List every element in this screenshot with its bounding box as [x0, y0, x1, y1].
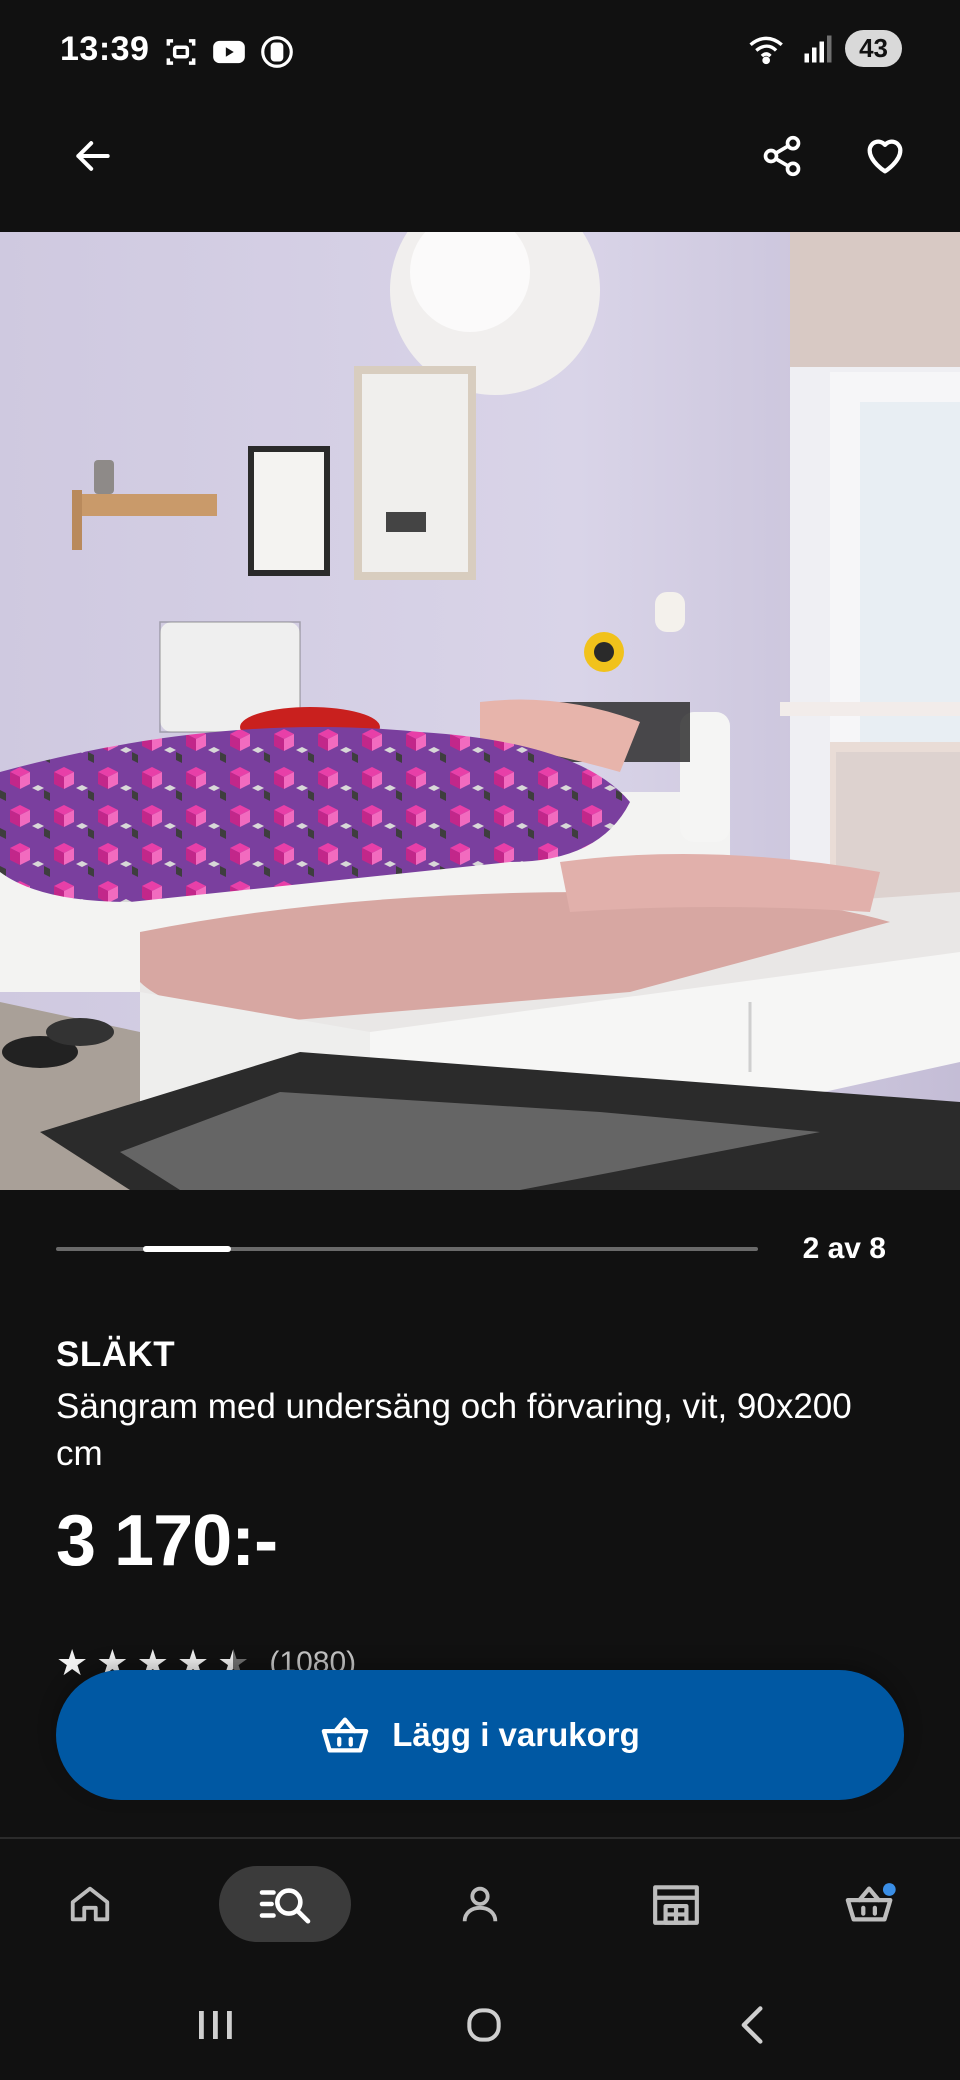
product-image[interactable]	[0, 232, 960, 1190]
chevron-left-icon	[741, 2006, 763, 2044]
add-to-cart-button[interactable]: Lägg i varukorg	[56, 1670, 904, 1800]
product-description: Sängram med undersäng och förvaring, vit…	[56, 1387, 852, 1473]
search-list-icon	[259, 1888, 311, 1924]
home-icon	[70, 1886, 110, 1922]
nav-search[interactable]	[219, 1866, 351, 1942]
nav-home[interactable]	[24, 1866, 156, 1942]
wifi-icon	[749, 36, 783, 64]
profile-icon	[462, 1886, 498, 1922]
product-name: SLÄKT	[56, 1335, 176, 1374]
gallery-counter: 2 av 8	[802, 1232, 886, 1265]
star-full-icon: ★	[56, 1642, 89, 1683]
app-notification-icon	[261, 36, 293, 68]
gallery-progress-track	[56, 1246, 758, 1252]
signal-icon	[804, 35, 832, 62]
arrow-left-icon	[76, 141, 110, 171]
gallery-progress-indicator	[143, 1246, 231, 1252]
status-notification-icons	[162, 33, 296, 71]
bottom-nav-divider	[0, 1837, 960, 1839]
youtube-icon	[213, 40, 245, 64]
basket-icon	[321, 1717, 369, 1753]
add-to-cart-label: Lägg i varukorg	[392, 1716, 640, 1753]
status-time: 13:39	[60, 30, 150, 68]
share-button[interactable]	[750, 124, 814, 188]
bedroom-scene-illustration	[0, 232, 960, 1190]
cart-icon	[845, 1883, 896, 1922]
system-home-button[interactable]	[444, 1995, 524, 2055]
heart-outline-icon	[867, 139, 903, 174]
home-circle-icon	[467, 2008, 501, 2042]
status-system-icons: 43	[747, 30, 902, 67]
recents-icon	[199, 2011, 232, 2039]
system-recents-button[interactable]	[175, 1995, 255, 2055]
system-back-button[interactable]	[713, 1995, 793, 2055]
product-price: 3 170:-	[56, 1501, 278, 1581]
store-icon	[653, 1885, 699, 1925]
nav-cart[interactable]	[805, 1866, 937, 1942]
nav-profile[interactable]	[414, 1866, 546, 1942]
favorite-button[interactable]	[853, 124, 917, 188]
back-button[interactable]	[61, 124, 125, 188]
nav-stores[interactable]	[610, 1866, 742, 1942]
battery-indicator: 43	[845, 30, 902, 67]
share-icon	[763, 135, 801, 177]
screenshot-icon	[166, 39, 196, 65]
